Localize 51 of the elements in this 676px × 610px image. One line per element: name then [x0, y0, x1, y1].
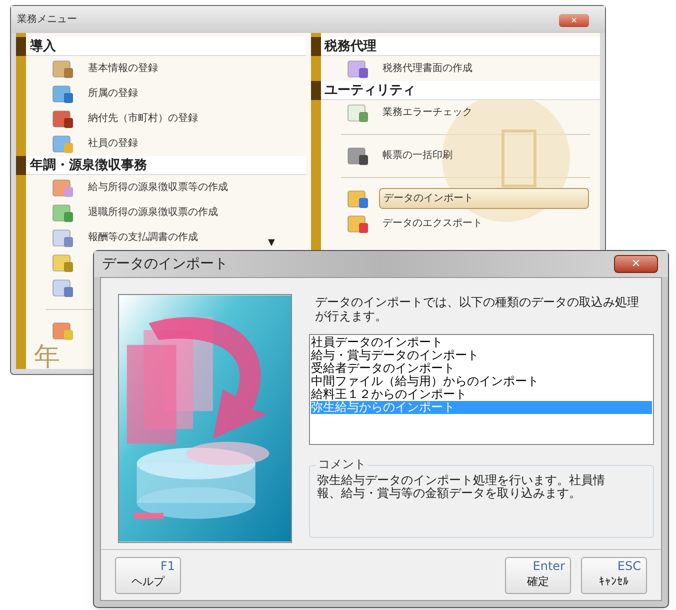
menu-item[interactable]: 所属の登録: [84, 84, 142, 103]
menu-item-icon: [346, 102, 368, 122]
menu-item[interactable]: 業務エラーチェック: [378, 103, 476, 122]
menu-item[interactable]: 納付先（市町村）の登録: [84, 109, 202, 128]
menu-item-icon: [52, 320, 74, 340]
import-type-list[interactable]: 社員データのインポート 給与・賞与データのインポート 受給者データのインポート 中間ファイル（給与用）からのインポート 給料王１２からのインポート 弥生給与からのインポート: [309, 334, 654, 445]
list-option[interactable]: 給料王１２からのインポート: [311, 388, 652, 401]
section-header: ユーティリティ: [320, 81, 600, 100]
window-title: 業務メニュー: [17, 12, 77, 27]
menu-item[interactable]: 社員の登録: [84, 134, 142, 153]
comment-text: 弥生給与データのインポート処理を行います。社員情報、給与・賞与等の金額データを取り込みます。: [316, 472, 606, 500]
section-header: 年調・源泉徴収事務: [26, 156, 306, 175]
menu-item[interactable]: 帳票の一括印刷: [378, 146, 456, 165]
scroll-arrow[interactable]: ▼: [268, 238, 275, 248]
menu-item[interactable]: 退職所得の源泉徴収票の作成: [84, 203, 222, 222]
dialog-button[interactable]: Enter 確定: [505, 556, 571, 594]
menu-item[interactable]: 税務代理書面の作成: [378, 59, 476, 78]
menu-item-icon: [52, 134, 74, 154]
menu-item[interactable]: データのインポート: [378, 188, 588, 209]
list-option[interactable]: 受給者データのインポート: [311, 362, 652, 375]
dialog-button[interactable]: ESC ｷｬﾝｾﾙ: [581, 556, 647, 594]
menu-item-icon: [52, 58, 74, 78]
list-option[interactable]: 中間ファイル（給与用）からのインポート: [311, 375, 652, 388]
list-option[interactable]: 給与・賞与データのインポート: [311, 349, 652, 362]
menu-item-icon: [52, 202, 74, 222]
menu-item-icon: [346, 58, 368, 78]
section-marker: [16, 37, 26, 56]
menu-item-icon: [346, 188, 368, 208]
section-marker: [16, 156, 26, 175]
menu-item[interactable]: 報酬等の支払調書の作成: [84, 228, 202, 247]
menu-item-icon: [52, 84, 74, 104]
list-option[interactable]: 社員データのインポート: [311, 336, 652, 349]
menu-item[interactable]: 給与所得の源泉徴収票等の作成: [84, 178, 232, 197]
menu-item-icon: [52, 252, 74, 272]
section-header: 導入: [26, 37, 306, 56]
dialog-title: データのインポート: [102, 254, 228, 274]
dialog-button[interactable]: F1 ヘルプ: [115, 556, 181, 594]
menu-item-icon: [52, 278, 74, 298]
menu-item-icon: [52, 228, 74, 248]
menu-item-icon: [52, 108, 74, 128]
group-legend: コメント: [316, 457, 368, 471]
section-marker: [310, 81, 320, 100]
background-mark: 年: [34, 343, 60, 369]
menu-item[interactable]: 基本情報の登録: [84, 59, 162, 78]
section-header: 税務代理: [320, 37, 600, 56]
section-marker: [310, 37, 320, 56]
menu-item-icon: [346, 146, 368, 166]
menu-item-icon: [52, 178, 74, 198]
menu-item-icon: [346, 214, 368, 234]
menu-item[interactable]: データのエクスポート: [378, 214, 486, 233]
description-text: データのインポートでは、以下の種類のデータの取込み処理が行えます。: [314, 294, 640, 325]
